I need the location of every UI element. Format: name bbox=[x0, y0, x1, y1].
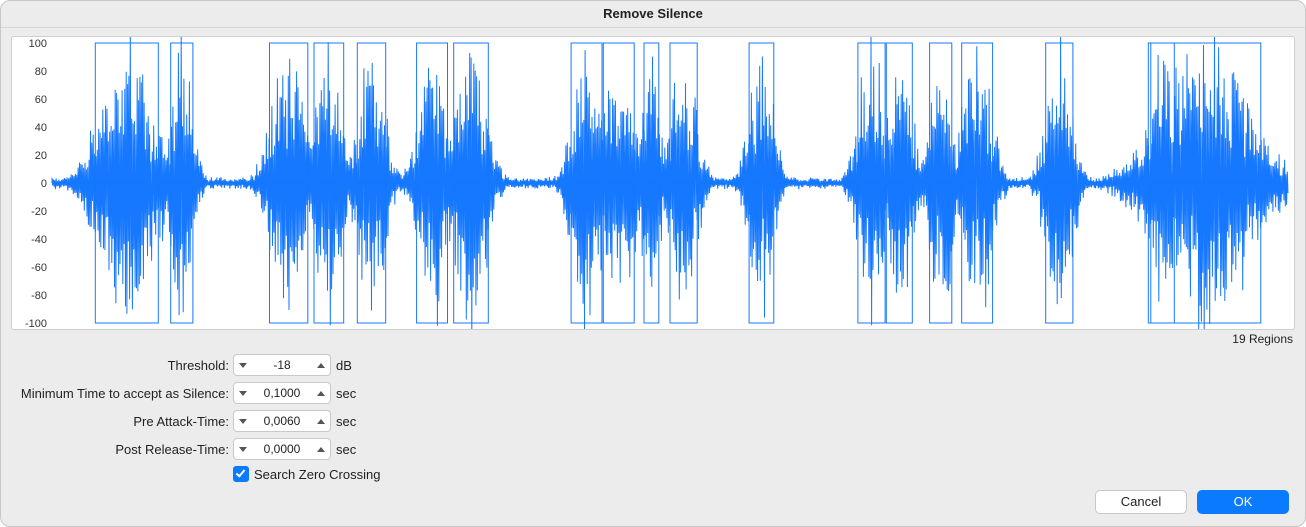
chevron-down-icon[interactable] bbox=[234, 355, 252, 375]
min-time-stepper[interactable]: 0,1000 bbox=[233, 382, 331, 404]
parameters-form: Threshold: -18 dB Minimum Time to accept… bbox=[11, 352, 1295, 482]
search-zero-checkbox[interactable] bbox=[233, 466, 249, 482]
min-time-label: Minimum Time to accept as Silence: bbox=[11, 386, 233, 401]
min-time-value[interactable]: 0,1000 bbox=[252, 386, 312, 400]
pre-attack-stepper[interactable]: 0,0060 bbox=[233, 410, 331, 432]
search-zero-label: Search Zero Crossing bbox=[254, 467, 380, 482]
post-release-stepper[interactable]: 0,0000 bbox=[233, 438, 331, 460]
search-zero-row: Search Zero Crossing bbox=[11, 466, 1295, 482]
threshold-stepper[interactable]: -18 bbox=[233, 354, 331, 376]
chevron-up-icon[interactable] bbox=[312, 355, 330, 375]
chevron-up-icon[interactable] bbox=[312, 439, 330, 459]
dialog-buttons: Cancel OK bbox=[1095, 490, 1289, 514]
threshold-unit: dB bbox=[336, 358, 366, 373]
waveform-canvas[interactable] bbox=[12, 37, 1294, 329]
min-time-unit: sec bbox=[336, 386, 366, 401]
chevron-up-icon[interactable] bbox=[312, 411, 330, 431]
threshold-row: Threshold: -18 dB bbox=[11, 352, 1295, 378]
post-release-label: Post Release-Time: bbox=[11, 442, 233, 457]
chevron-up-icon[interactable] bbox=[312, 383, 330, 403]
pre-attack-row: Pre Attack-Time: 0,0060 sec bbox=[11, 408, 1295, 434]
min-time-row: Minimum Time to accept as Silence: 0,100… bbox=[11, 380, 1295, 406]
post-release-unit: sec bbox=[336, 442, 366, 457]
y-axis: 100806040200-20-40-60-80-100 bbox=[15, 38, 47, 344]
region-count-label: 19 Regions bbox=[11, 332, 1295, 346]
pre-attack-unit: sec bbox=[336, 414, 366, 429]
pre-attack-value[interactable]: 0,0060 bbox=[252, 414, 312, 428]
pre-attack-label: Pre Attack-Time: bbox=[11, 414, 233, 429]
post-release-row: Post Release-Time: 0,0000 sec bbox=[11, 436, 1295, 462]
window-title: Remove Silence bbox=[1, 1, 1305, 28]
threshold-label: Threshold: bbox=[11, 358, 233, 373]
chevron-down-icon[interactable] bbox=[234, 439, 252, 459]
ok-button[interactable]: OK bbox=[1197, 490, 1289, 514]
waveform-preview: 100806040200-20-40-60-80-100 bbox=[11, 36, 1295, 330]
cancel-button[interactable]: Cancel bbox=[1095, 490, 1187, 514]
post-release-value[interactable]: 0,0000 bbox=[252, 442, 312, 456]
chevron-down-icon[interactable] bbox=[234, 411, 252, 431]
chevron-down-icon[interactable] bbox=[234, 383, 252, 403]
threshold-value[interactable]: -18 bbox=[252, 358, 312, 372]
remove-silence-dialog: Remove Silence 100806040200-20-40-60-80-… bbox=[0, 0, 1306, 527]
